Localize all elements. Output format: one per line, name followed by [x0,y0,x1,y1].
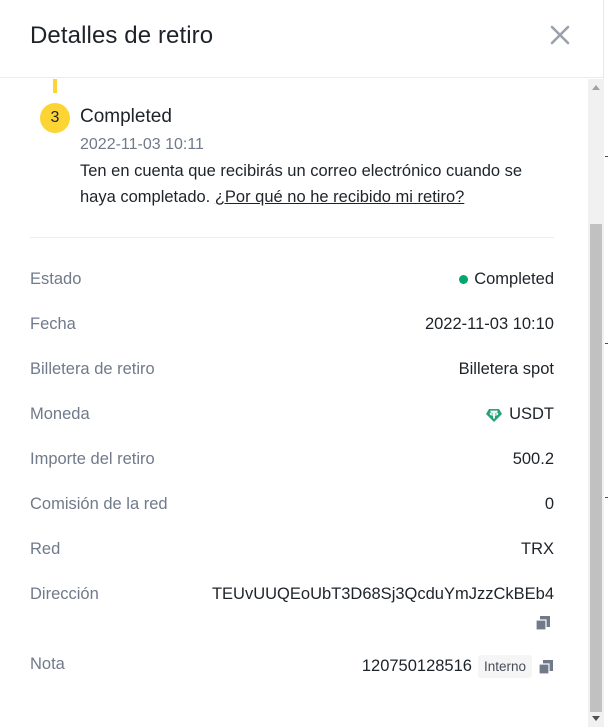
wallet-value: Billetera spot [458,360,554,378]
detail-row-network: Red TRX [30,540,554,564]
fee-label: Comisión de la red [30,495,168,513]
internal-badge: Interno [477,655,532,678]
divider [30,237,554,238]
withdrawal-help-link[interactable]: ¿Por qué no he recibido mi retiro? [215,188,464,206]
status-dot-icon [459,275,469,284]
note-label: Nota [30,655,65,673]
detail-row-date: Fecha 2022-11-03 10:10 [30,315,554,339]
detail-row-wallet: Billetera de retiro Billetera spot [30,360,554,384]
step-date: 2022-11-03 10:11 [80,136,204,153]
detail-row-note: Nota 120750128516 Interno [30,655,554,683]
step-title: Completed [80,106,172,127]
step-note: Ten en cuenta que recibirás un correo el… [80,158,550,210]
detail-row-status: Estado Completed [30,270,554,294]
amount-label: Importe del retiro [30,450,155,468]
address-value: TEUvUUQEoUbT3D68Sj3QcduYmJzzCkBEb4 [211,585,554,603]
note-value: 120750128516 Interno [362,655,554,678]
network-value: TRX [521,540,554,558]
modal-content: 3 Completed 2022-11-03 10:11 Ten en cuen… [0,79,588,727]
detail-row-fee: Comisión de la red 0 [30,495,554,519]
detail-row-amount: Importe del retiro 500.2 [30,450,554,474]
scroll-up-arrow-icon[interactable] [592,85,600,90]
status-text: Completed [474,270,554,288]
modal-title: Detalles de retiro [30,22,214,49]
coin-label: Moneda [30,405,90,423]
fee-value: 0 [544,495,554,513]
status-label: Estado [30,270,82,288]
network-label: Red [30,540,61,558]
tether-icon [486,408,503,422]
copy-address-icon[interactable] [535,615,551,631]
wallet-label: Billetera de retiro [30,360,155,378]
date-label: Fecha [30,315,76,333]
modal-header: Detalles de retiro [0,0,603,78]
close-icon[interactable] [548,23,572,47]
step-number-badge: 3 [40,103,70,133]
date-value: 2022-11-03 10:10 [424,315,554,333]
copy-note-icon[interactable] [538,659,554,675]
address-label: Dirección [30,585,99,603]
status-value: Completed [459,270,554,289]
coin-value: USDT [485,405,554,424]
detail-row-address: Dirección TEUvUUQEoUbT3D68Sj3QcduYmJzzCk… [30,585,554,641]
scrollbar[interactable] [588,79,604,727]
amount-value: 500.2 [512,450,554,468]
note-text: 120750128516 [361,657,472,675]
scrollbar-thumb[interactable] [590,224,602,712]
coin-text: USDT [509,405,554,423]
scroll-down-arrow-icon[interactable] [592,716,600,721]
withdrawal-details-modal: Detalles de retiro 3 Completed 2022-11-0… [0,0,604,727]
timeline-line [53,79,57,93]
detail-row-coin: Moneda USDT [30,405,554,429]
